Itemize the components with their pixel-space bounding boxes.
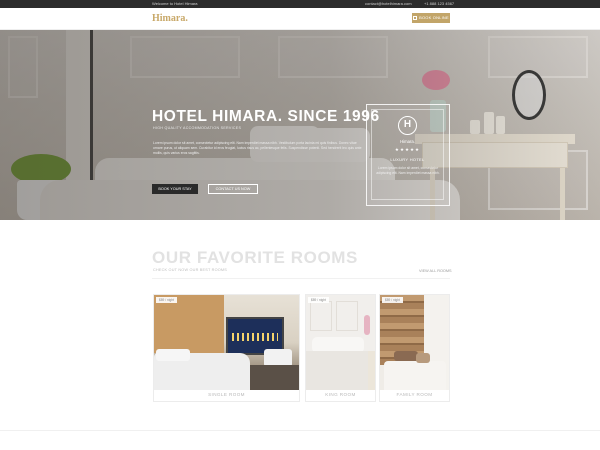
badge-hotel-name: Himara.	[400, 139, 415, 144]
hero-subtitle: HIGH QUALITY ACCOMMODATION SERVICES	[153, 126, 242, 130]
room-name[interactable]: SINGLE ROOM	[154, 392, 299, 397]
hero-title: HOTEL HIMARA. SINCE 1996	[152, 108, 380, 125]
contact-us-button[interactable]: CONTACT US NOW	[208, 184, 258, 194]
view-all-rooms-link[interactable]: VIEW ALL ROOMS	[419, 269, 452, 273]
top-info-bar: Welcome to Hotel Himara contact@hotelhim…	[0, 0, 600, 8]
section-divider	[152, 278, 450, 279]
hero-banner: HOTEL HIMARA. SINCE 1996 HIGH QUALITY AC…	[0, 30, 600, 220]
hero-description: Lorem ipsum dolor sit amet, consectetur …	[153, 141, 362, 155]
badge-description: Lorem ipsum dolor sit amet, consectetur …	[376, 166, 440, 175]
calendar-icon	[413, 15, 418, 20]
room-name[interactable]: KING ROOM	[306, 392, 375, 397]
page-footer-divider	[0, 430, 600, 431]
welcome-text: Welcome to Hotel Himara	[152, 1, 198, 6]
site-logo[interactable]: Himara.	[152, 13, 188, 24]
room-image-king[interactable]	[306, 295, 375, 390]
room-name[interactable]: FAMILY ROOM	[380, 392, 449, 397]
hotel-badge: H Himara. ★★★★★ LUXURY HOTEL Lorem ipsum…	[366, 104, 450, 206]
room-price-badge: $89 / night	[308, 297, 329, 303]
room-price-badge: $89 / night	[156, 297, 177, 303]
section-subtitle: CHECK OUT NOW OUR BEST ROOMS	[153, 268, 228, 272]
room-price-badge: $89 / night	[382, 297, 403, 303]
contact-phone[interactable]: +1 888 123 4567	[424, 1, 454, 7]
section-title: OUR FAVORITE ROOMS	[152, 248, 358, 267]
room-card-king[interactable]: $89 / night KING ROOM	[305, 294, 376, 402]
book-online-button[interactable]: BOOK ONLINE	[412, 13, 450, 23]
hotel-logo-icon: H	[398, 116, 417, 135]
room-card-family[interactable]: $89 / night FAMILY ROOM	[379, 294, 450, 402]
book-your-stay-button[interactable]: BOOK YOUR STAY	[152, 184, 198, 194]
room-card-single[interactable]: $89 / night SINGLE ROOM	[153, 294, 300, 402]
book-online-label: BOOK ONLINE	[419, 15, 449, 20]
site-header: Himara. BOOK ONLINE	[0, 8, 600, 30]
contact-email-link[interactable]: contact@hotelhimara.com	[365, 1, 412, 7]
room-image-family[interactable]	[380, 295, 449, 390]
room-image-single[interactable]	[154, 295, 299, 390]
badge-hotel-type: LUXURY HOTEL	[390, 157, 425, 162]
star-rating: ★★★★★	[394, 147, 421, 152]
